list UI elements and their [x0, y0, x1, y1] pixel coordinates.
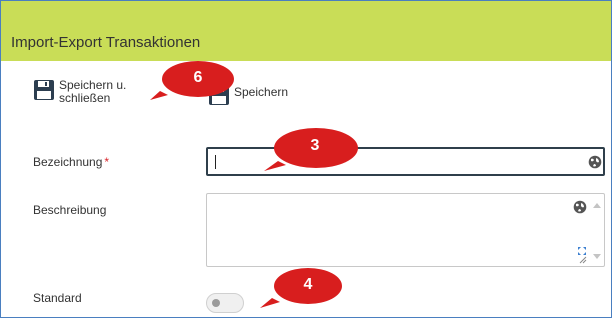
resize-handle-icon[interactable]: [579, 256, 587, 264]
beschreibung-textarea[interactable]: [206, 193, 605, 267]
callout-number: 4: [303, 276, 313, 293]
text-caret: [215, 155, 216, 169]
callout-number: 3: [310, 137, 320, 154]
save-and-close-label-line2: schließen: [59, 91, 111, 105]
standard-label: Standard: [33, 291, 82, 305]
save-label: Speichern: [234, 85, 289, 99]
scroll-up-arrow[interactable]: [593, 203, 601, 208]
dialog-title: Import-Export Transaktionen: [11, 34, 201, 51]
globe-icon[interactable]: [588, 155, 602, 169]
bezeichnung-label-text: Bezeichnung: [33, 155, 103, 169]
beschreibung-label: Beschreibung: [33, 203, 107, 217]
expand-icon[interactable]: [577, 246, 587, 256]
dialog-header: Import-Export Transaktionen: [1, 1, 611, 61]
scroll-down-arrow[interactable]: [593, 254, 601, 259]
bezeichnung-label: Bezeichnung *: [33, 155, 109, 169]
standard-toggle[interactable]: [206, 293, 244, 313]
globe-icon[interactable]: [573, 200, 587, 214]
save-icon: [34, 80, 54, 100]
save-and-close-button[interactable]: Speichern u. schließen: [33, 79, 126, 105]
toggle-knob: [212, 299, 220, 307]
callout-number: 6: [193, 69, 203, 86]
required-marker: *: [104, 155, 110, 169]
